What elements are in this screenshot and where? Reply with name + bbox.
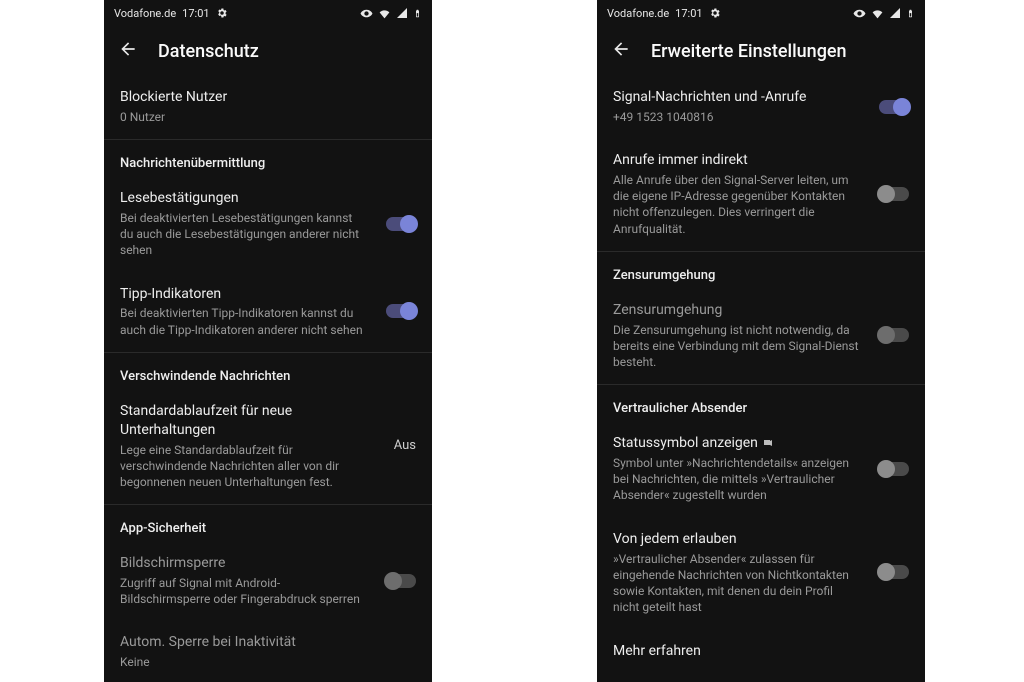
read-receipts-toggle[interactable] (386, 217, 416, 231)
auto-lock-title: Autom. Sperre bei Inaktivität (120, 633, 416, 652)
back-icon[interactable] (611, 39, 631, 63)
clock-label: 17:01 (675, 7, 702, 20)
typing-indicators-row[interactable]: Tipp-Indikatoren Bei deaktivierten Tipp-… (104, 273, 432, 352)
default-timer-row[interactable]: Standardablaufzeit für neue Unterhaltung… (104, 390, 432, 504)
eye-icon (360, 7, 373, 20)
relay-calls-desc: Alle Anrufe über den Signal-Server leite… (613, 172, 861, 237)
status-symbol-row[interactable]: Statussymbol anzeigen Symbol unter »Nach… (597, 422, 925, 517)
section-messages: Nachrichtenübermittlung (104, 140, 432, 177)
wifi-icon (871, 7, 884, 20)
auto-lock-row[interactable]: Autom. Sperre bei Inaktivität Keine (104, 621, 432, 682)
censorship-toggle (879, 328, 909, 342)
signal-messages-number: +49 1523 1040816 (613, 109, 861, 125)
section-censorship: Zensurumgehung (597, 252, 925, 289)
page-title: Datenschutz (158, 41, 259, 62)
status-symbol-desc: Symbol unter »Nachrichtendetails« anzeig… (613, 455, 861, 504)
relay-calls-title: Anrufe immer indirekt (613, 151, 861, 170)
signal-icon (889, 7, 901, 19)
carrier-label: Vodafone.de (114, 7, 176, 20)
typing-indicators-desc: Bei deaktivierten Tipp-Indikatoren kanns… (120, 305, 368, 337)
signal-messages-row[interactable]: Signal-Nachrichten und -Anrufe +49 1523 … (597, 76, 925, 139)
default-timer-desc: Lege eine Standardablaufzeit für verschw… (120, 442, 368, 491)
censorship-desc: Die Zensurumgehung ist nicht notwendig, … (613, 322, 861, 371)
title-bar: Erweiterte Einstellungen (597, 26, 925, 76)
status-bar: Vodafone.de 17:01 (104, 0, 432, 26)
carrier-label: Vodafone.de (607, 7, 669, 20)
eye-icon (853, 7, 866, 20)
read-receipts-title: Lesebestätigungen (120, 189, 368, 208)
status-bar: Vodafone.de 17:01 (597, 0, 925, 26)
battery-icon (413, 7, 422, 20)
battery-icon (906, 7, 915, 20)
status-symbol-toggle[interactable] (879, 462, 909, 476)
relay-calls-toggle[interactable] (879, 187, 909, 201)
relay-calls-row[interactable]: Anrufe immer indirekt Alle Anrufe über d… (597, 139, 925, 251)
gear-icon (709, 7, 721, 19)
typing-indicators-title: Tipp-Indikatoren (120, 285, 368, 304)
learn-more-link[interactable]: Mehr erfahren (597, 629, 925, 673)
allow-anyone-desc: »Vertraulicher Absender« zulassen für ei… (613, 551, 861, 616)
back-icon[interactable] (118, 39, 138, 63)
blocked-users-row[interactable]: Blockierte Nutzer 0 Nutzer (104, 76, 432, 139)
allow-anyone-toggle[interactable] (879, 565, 909, 579)
title-bar: Datenschutz (104, 26, 432, 76)
gear-icon (216, 7, 228, 19)
blocked-users-title: Blockierte Nutzer (120, 88, 416, 107)
read-receipts-desc: Bei deaktivierten Lesebestätigungen kann… (120, 210, 368, 259)
default-timer-value: Aus (394, 438, 416, 453)
section-disappearing: Verschwindende Nachrichten (104, 353, 432, 390)
clock-label: 17:01 (182, 7, 209, 20)
status-symbol-title: Statussymbol anzeigen (613, 434, 861, 453)
advanced-settings-screen: Vodafone.de 17:01 Erweiterte Einstellung… (597, 0, 925, 682)
sealed-sender-icon (762, 434, 774, 453)
censorship-title: Zensurumgehung (613, 301, 861, 320)
allow-anyone-row[interactable]: Von jedem erlauben »Vertraulicher Absend… (597, 518, 925, 630)
screen-lock-row[interactable]: Bildschirmsperre Zugriff auf Signal mit … (104, 542, 432, 621)
section-app-security: App-Sicherheit (104, 505, 432, 542)
signal-messages-title: Signal-Nachrichten und -Anrufe (613, 88, 861, 107)
read-receipts-row[interactable]: Lesebestätigungen Bei deaktivierten Lese… (104, 177, 432, 272)
screen-lock-desc: Zugriff auf Signal mit Android-Bildschir… (120, 575, 368, 607)
signal-messages-toggle[interactable] (879, 100, 909, 114)
signal-icon (396, 7, 408, 19)
page-title: Erweiterte Einstellungen (651, 41, 847, 62)
screen-lock-title: Bildschirmsperre (120, 554, 368, 573)
typing-indicators-toggle[interactable] (386, 304, 416, 318)
section-sealed-sender: Vertraulicher Absender (597, 385, 925, 422)
auto-lock-value: Keine (120, 654, 416, 670)
censorship-row: Zensurumgehung Die Zensurumgehung ist ni… (597, 289, 925, 384)
wifi-icon (378, 7, 391, 20)
privacy-settings-screen: Vodafone.de 17:01 Datenschutz (104, 0, 432, 682)
blocked-users-count: 0 Nutzer (120, 109, 416, 125)
screen-lock-toggle[interactable] (386, 574, 416, 588)
default-timer-title: Standardablaufzeit für neue Unterhaltung… (120, 402, 368, 440)
allow-anyone-title: Von jedem erlauben (613, 530, 861, 549)
